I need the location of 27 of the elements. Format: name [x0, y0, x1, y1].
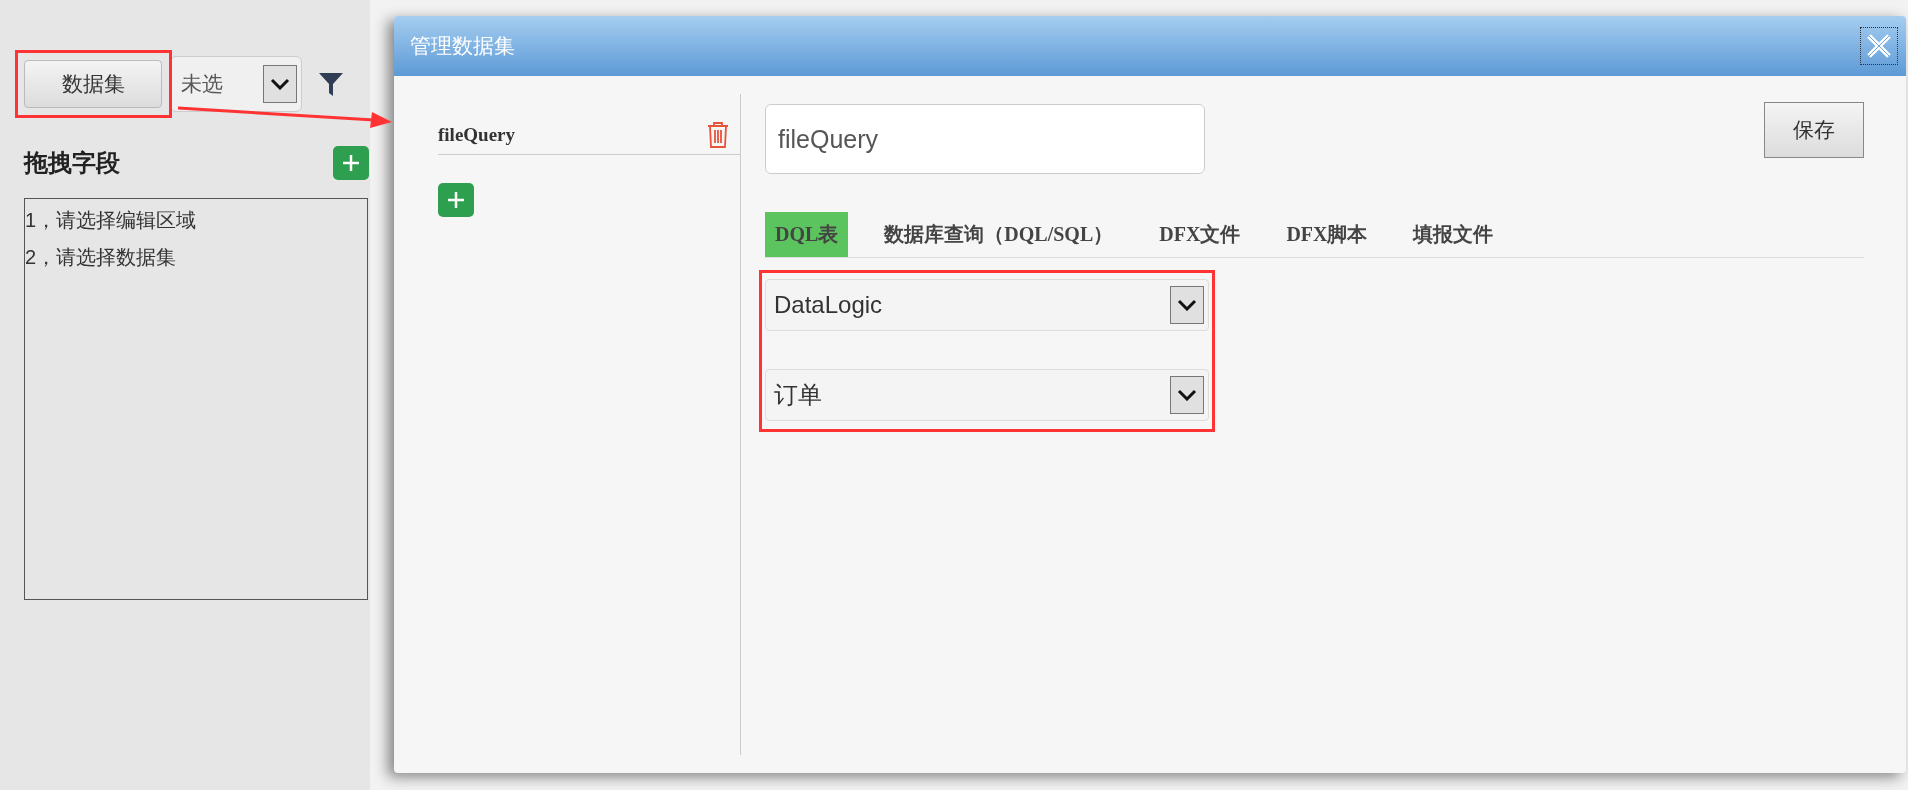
tab[interactable]: DFX文件 [1149, 212, 1251, 257]
plus-icon [447, 191, 465, 209]
dialog-title: 管理数据集 [410, 33, 515, 59]
plus-icon [342, 154, 360, 172]
name-field[interactable]: fileQuery [765, 104, 1205, 174]
add-field-button[interactable] [333, 146, 369, 180]
chevron-down-icon [270, 78, 290, 90]
chevron-down-icon [1177, 299, 1197, 311]
tab[interactable]: 数据库查询（DQL/SQL） [874, 212, 1124, 257]
section-heading: 拖拽字段 [24, 148, 120, 178]
filter-icon[interactable] [318, 71, 344, 97]
add-dataset-button[interactable] [438, 183, 474, 217]
dropdown[interactable]: DataLogic [765, 279, 1209, 331]
tab[interactable]: DFX脚本 [1276, 212, 1378, 257]
dataset-item[interactable]: fileQuery [438, 116, 740, 155]
save-button[interactable]: 保存 [1764, 102, 1864, 158]
tab[interactable]: DQL表 [765, 212, 849, 257]
hint-text: 1，请选择编辑区域 [25, 208, 198, 233]
dropdown[interactable]: 订单 [765, 369, 1209, 421]
dataset-button[interactable]: 数据集 [24, 60, 162, 108]
trash-icon[interactable] [706, 121, 730, 149]
tab[interactable]: 填报文件 [1403, 212, 1504, 257]
chevron-down-icon [1177, 389, 1197, 401]
close-icon [1865, 32, 1893, 60]
close-button[interactable] [1860, 27, 1898, 65]
hint-text: 2，请选择数据集 [25, 245, 178, 270]
dataset-select[interactable]: 未选 [170, 56, 302, 112]
